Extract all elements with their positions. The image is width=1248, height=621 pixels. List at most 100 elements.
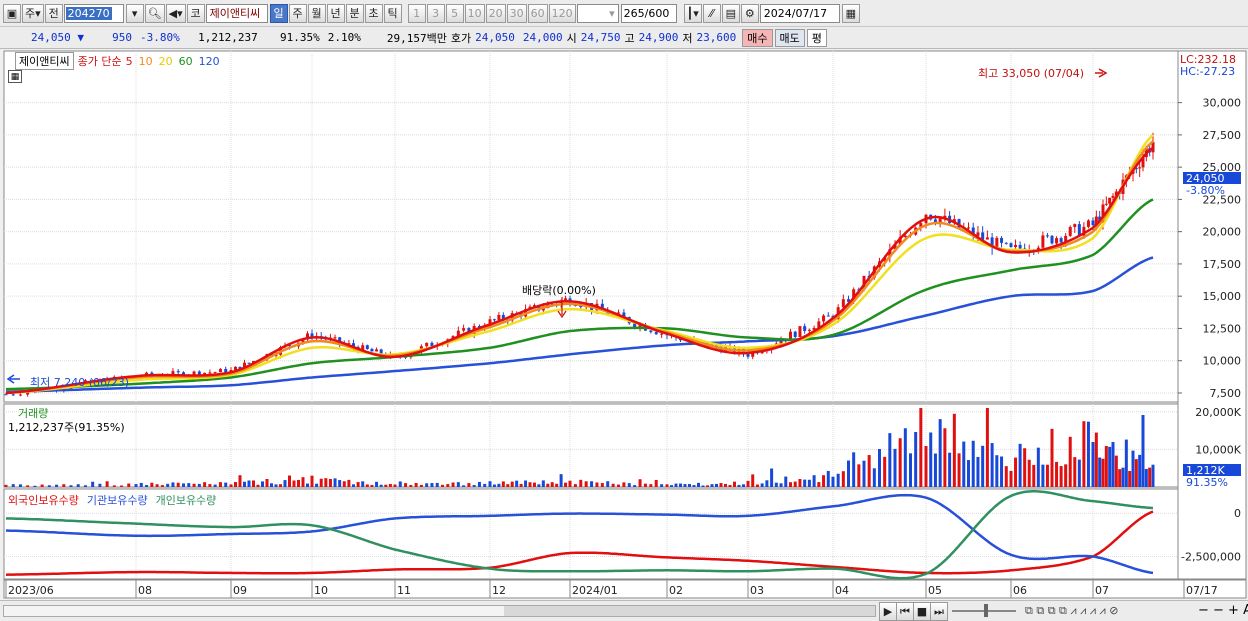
y-tick-label: 15,000 bbox=[1203, 290, 1242, 303]
volume-bar bbox=[252, 480, 255, 487]
layout-icon[interactable]: ▣ bbox=[3, 3, 21, 23]
volume-bar bbox=[352, 484, 355, 487]
date-input[interactable]: 2024/07/17 bbox=[759, 3, 840, 23]
candle-body bbox=[1009, 243, 1013, 248]
bottom-nav: ▶ ⏮ ■ ⏭ ⧉ ⧉ ⧉ ⧉ ⩘ ⩘ ⩘ ⩘ ⊘ − − + A bbox=[0, 600, 1248, 621]
volume-bar bbox=[649, 484, 653, 487]
rewind-icon[interactable]: ⏮ bbox=[896, 602, 914, 621]
volume-bar bbox=[938, 419, 942, 487]
period-day[interactable]: 일 bbox=[269, 3, 288, 23]
scroll-thumb[interactable] bbox=[4, 606, 504, 616]
zoom-controls[interactable]: − − + A bbox=[1198, 603, 1248, 618]
interval-custom-input[interactable]: ▾ bbox=[576, 3, 619, 23]
volume-bar bbox=[270, 483, 273, 487]
volume-bar bbox=[430, 483, 434, 487]
count-input[interactable]: 265/600 bbox=[620, 3, 677, 23]
volume-bar bbox=[1118, 469, 1122, 487]
buy-button[interactable]: 매수 bbox=[742, 28, 773, 47]
volume-bar bbox=[995, 455, 999, 487]
prev-button[interactable]: 전 bbox=[44, 3, 63, 23]
volume-y-tick-label: 20,000K bbox=[1195, 406, 1241, 419]
x-tick-label: 02 bbox=[669, 584, 683, 597]
table-icon[interactable]: ▦ bbox=[8, 70, 22, 83]
volume-bar bbox=[120, 485, 124, 487]
price-tag: 24,050 bbox=[1183, 172, 1241, 185]
volume-bar bbox=[674, 483, 678, 487]
search-icon[interactable]: 🔍︎ bbox=[144, 3, 165, 23]
candle-body bbox=[247, 362, 251, 364]
volume-bar bbox=[733, 481, 736, 487]
chart-tool-icons[interactable]: ⧉ ⧉ ⧉ ⧉ ⩘ ⩘ ⩘ ⩘ ⊘ bbox=[1025, 604, 1118, 618]
dividend-annotation: 배당락(0.00%) bbox=[522, 284, 596, 297]
volume-bar bbox=[425, 483, 429, 487]
stop-icon[interactable]: ■ bbox=[913, 602, 931, 621]
market-select[interactable]: 주 ▾ bbox=[22, 3, 44, 23]
interval-10[interactable]: 10 bbox=[464, 3, 485, 23]
y-tick-label: 17,500 bbox=[1203, 258, 1242, 271]
candle-body bbox=[375, 349, 379, 352]
date-calendar-icon[interactable]: ▦ bbox=[841, 3, 860, 23]
volume-bar bbox=[919, 408, 923, 487]
volume-bar bbox=[679, 483, 682, 487]
stock-code-input[interactable]: 204270 bbox=[63, 3, 124, 23]
volume-bar bbox=[715, 483, 718, 487]
market-label: 주 bbox=[25, 7, 36, 20]
period-tick[interactable]: 틱 bbox=[383, 3, 402, 23]
interval-5[interactable]: 5 bbox=[445, 3, 464, 23]
code-dropdown-icon[interactable]: ▾ bbox=[125, 3, 144, 23]
y-tick-label: 27,500 bbox=[1203, 129, 1242, 142]
volume-bar bbox=[962, 441, 966, 487]
volume-bar bbox=[324, 478, 328, 487]
volume-bar bbox=[1055, 461, 1059, 487]
volume-bar bbox=[537, 484, 541, 487]
interval-30[interactable]: 30 bbox=[506, 3, 527, 23]
stock-name-field[interactable]: 제이앤티씨 bbox=[205, 3, 268, 23]
speaker-icon[interactable]: ◀▾ bbox=[165, 3, 186, 23]
period-week[interactable]: 주 bbox=[288, 3, 307, 23]
volume-bar bbox=[1014, 457, 1018, 487]
volume-bar bbox=[600, 483, 604, 487]
volume-bar bbox=[943, 428, 947, 487]
interval-120[interactable]: 120 bbox=[548, 3, 576, 23]
sell-button[interactable]: 매도 bbox=[774, 28, 805, 47]
interval-60[interactable]: 60 bbox=[527, 3, 548, 23]
settings-icon[interactable]: ⚙ bbox=[740, 3, 759, 23]
volume-bar bbox=[393, 484, 397, 487]
volume-bar bbox=[957, 453, 961, 487]
interval-20[interactable]: 20 bbox=[485, 3, 506, 23]
volume-bar bbox=[1027, 459, 1031, 487]
scroll-right-icon[interactable]: ▶ bbox=[879, 602, 897, 621]
name-button[interactable]: 코 bbox=[186, 3, 205, 23]
volume-ratio: 91.35% bbox=[280, 31, 320, 44]
scroll-track[interactable] bbox=[3, 605, 876, 617]
zoom-slider-handle[interactable] bbox=[984, 604, 988, 617]
volume-bar bbox=[483, 483, 487, 487]
volume-bar bbox=[584, 481, 588, 487]
indicator-icon[interactable]: ⁄⁄ bbox=[702, 3, 721, 23]
volume-bar bbox=[611, 483, 615, 487]
volume-bar bbox=[1114, 455, 1118, 487]
period-second[interactable]: 초 bbox=[364, 3, 383, 23]
trade-amount: 29,157백만 bbox=[386, 31, 447, 45]
candle-body bbox=[803, 326, 807, 331]
high-annotation: 최고 33,050 (07/04) bbox=[978, 67, 1085, 80]
stock-code-value: 204270 bbox=[65, 6, 112, 20]
period-year[interactable]: 년 bbox=[326, 3, 345, 23]
period-minute[interactable]: 분 bbox=[345, 3, 364, 23]
interval-3[interactable]: 3 bbox=[426, 3, 445, 23]
candle-body bbox=[365, 345, 369, 350]
candle-type-icon[interactable]: ┃▾ bbox=[683, 3, 702, 23]
period-month[interactable]: 월 bbox=[307, 3, 326, 23]
volume-bar bbox=[784, 476, 788, 487]
y-tick-label: 10,000 bbox=[1203, 355, 1242, 368]
candle-body bbox=[826, 315, 830, 317]
volume-bar bbox=[688, 484, 691, 487]
volume-bar bbox=[310, 475, 314, 487]
volume-bar bbox=[365, 484, 369, 487]
hc-label: HC:-27.23 bbox=[1180, 65, 1236, 78]
volume-bar bbox=[728, 485, 732, 487]
forward-icon[interactable]: ⏭ bbox=[930, 602, 948, 621]
interval-1[interactable]: 1 bbox=[407, 3, 426, 23]
eval-button[interactable]: 평 bbox=[806, 28, 827, 47]
save-icon[interactable]: ▤ bbox=[721, 3, 740, 23]
